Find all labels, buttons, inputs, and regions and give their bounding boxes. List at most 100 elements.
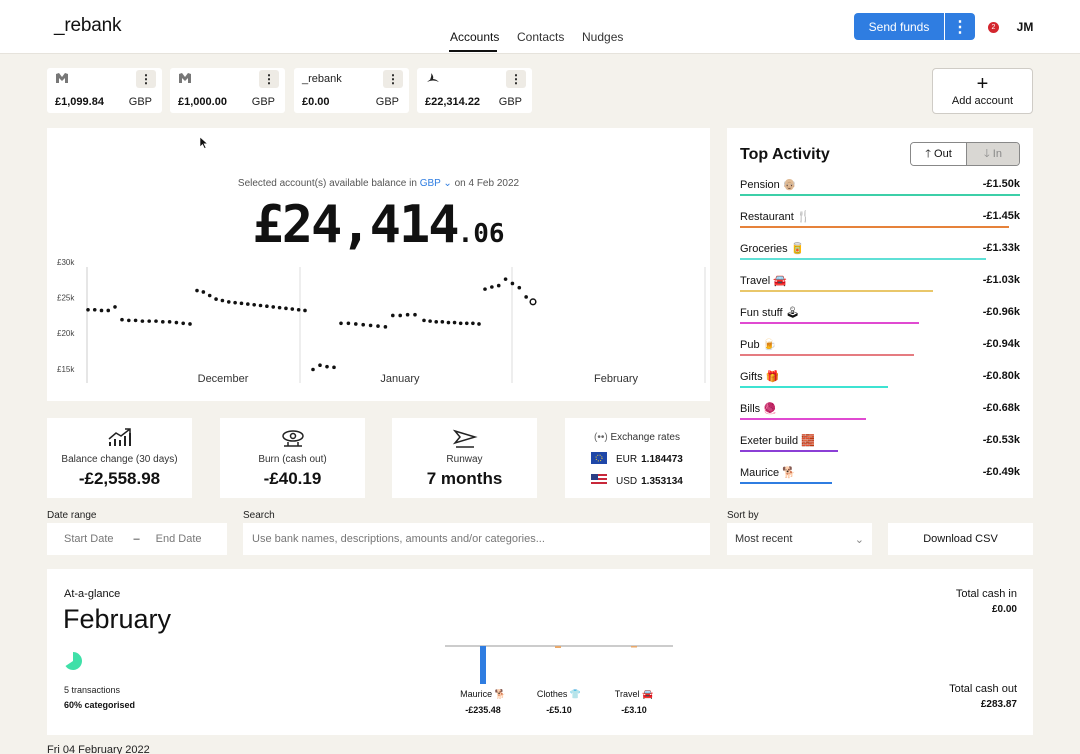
balance-point[interactable] [332,365,336,370]
balance-point[interactable] [277,305,282,310]
balance-point[interactable] [92,307,97,312]
balance-point[interactable] [428,319,432,323]
balance-point[interactable] [464,321,469,326]
activity-row[interactable]: Pub 🍺 -£0.94k [740,338,1020,358]
balance-point[interactable] [346,321,351,326]
balance-point[interactable] [140,319,145,323]
current-balance-point[interactable] [529,298,537,306]
balance-point[interactable] [226,300,231,304]
balance-point[interactable] [311,367,315,372]
balance-point[interactable] [233,300,237,305]
account-menu-button[interactable]: ⋮ [383,70,403,88]
activity-row[interactable]: Maurice 🐕 -£0.49k [740,466,1020,486]
nav-nudges[interactable]: Nudges [582,30,623,44]
balance-point[interactable] [376,324,380,328]
account-card-santander[interactable]: ⋮ £22,314.22 GBP [417,68,532,113]
balance-point[interactable] [195,288,199,293]
balance-point[interactable] [127,318,131,323]
balance-point[interactable] [361,322,366,327]
balance-point[interactable] [477,322,481,326]
account-menu-button[interactable]: ⋮ [506,70,526,88]
balance-point[interactable] [446,320,451,325]
balance-point[interactable] [133,318,138,323]
rebank-logo[interactable]: _rebank [54,15,121,37]
balance-point[interactable] [120,317,124,322]
balance-point[interactable] [188,322,192,326]
balance-point[interactable] [405,312,410,317]
send-funds-more-button[interactable]: ⋮ [945,13,975,40]
notification-badge[interactable]: 2 [988,22,999,33]
toggle-in[interactable]: 🡓 In [967,143,1019,165]
balance-point[interactable] [318,363,322,368]
balance-point[interactable] [503,277,508,281]
add-account-button[interactable]: + Add account [932,68,1033,114]
balance-point[interactable] [483,287,487,291]
download-csv-button[interactable]: Download CSV [888,523,1033,555]
balance-chart[interactable]: £30k £25k £20k £15k December January February [47,255,710,395]
account-menu-button[interactable]: ⋮ [259,70,279,88]
balance-point[interactable] [271,305,276,309]
sort-select[interactable]: Most recent ⌄ [727,523,872,555]
balance-point[interactable] [154,319,158,323]
balance-point[interactable] [296,307,301,312]
balance-point[interactable] [354,322,358,326]
currency-select[interactable]: GBP ⌄ [420,178,452,189]
toggle-out[interactable]: 🡑 Out [911,143,967,165]
balance-point[interactable] [458,321,463,326]
balance-point[interactable] [214,297,218,301]
balance-point[interactable] [167,320,172,324]
balance-point[interactable] [368,323,373,328]
balance-point[interactable] [265,304,269,308]
balance-point[interactable] [106,308,111,313]
balance-point[interactable] [471,321,475,326]
balance-point[interactable] [339,321,343,326]
balance-point[interactable] [201,290,206,294]
balance-point[interactable] [181,321,185,326]
activity-row[interactable]: Gifts 🎁 -£0.80k [740,370,1020,390]
balance-point[interactable] [325,364,329,369]
balance-point[interactable] [303,308,307,313]
balance-point[interactable] [510,281,515,286]
date-range-field[interactable]: Start Date – End Date [47,523,227,555]
balance-point[interactable] [113,305,117,309]
activity-row[interactable]: Exeter build 🧱 -£0.53k [740,434,1020,454]
balance-point[interactable] [246,302,250,306]
balance-point[interactable] [422,318,426,323]
balance-point[interactable] [174,320,179,325]
balance-point[interactable] [524,295,528,299]
nav-accounts[interactable]: Accounts [450,30,499,44]
account-card-monzo-2[interactable]: ⋮ £1,000.00 GBP [170,68,285,113]
activity-row[interactable]: Groceries 🥫 -£1.33k [740,242,1020,262]
balance-point[interactable] [207,293,212,298]
start-date-input[interactable]: Start Date [64,533,114,545]
activity-row[interactable]: Restaurant 🍴 -£1.45k [740,210,1020,230]
balance-point[interactable] [99,308,104,313]
balance-point[interactable] [220,298,225,303]
balance-point[interactable] [147,319,151,323]
activity-row[interactable]: Bills 🧶 -£0.68k [740,402,1020,422]
send-funds-button[interactable]: Send funds [854,13,944,40]
balance-point[interactable] [434,320,439,324]
balance-point[interactable] [490,285,494,289]
balance-point[interactable] [391,313,395,318]
balance-point[interactable] [239,301,244,306]
activity-row[interactable]: Travel 🚘 -£1.03k [740,274,1020,294]
account-card-rebank[interactable]: _rebank ⋮ £0.00 GBP [294,68,409,113]
balance-point[interactable] [413,312,417,317]
out-in-toggle[interactable]: 🡑 Out 🡓 In [910,142,1020,166]
activity-row[interactable]: Fun stuff 🕹 -£0.96k [740,306,1020,326]
balance-point[interactable] [258,303,263,308]
balance-point[interactable] [496,283,501,288]
balance-point[interactable] [161,320,165,324]
search-input[interactable]: Use bank names, descriptions, amounts an… [243,523,710,555]
avatar[interactable]: JM [1010,13,1040,40]
nav-contacts[interactable]: Contacts [517,30,564,44]
balance-point[interactable] [398,313,403,318]
balance-point[interactable] [284,306,288,311]
account-menu-button[interactable]: ⋮ [136,70,156,88]
end-date-input[interactable]: End Date [156,533,202,545]
balance-point[interactable] [383,325,388,329]
balance-point[interactable] [517,285,522,290]
balance-point[interactable] [290,307,295,311]
account-card-monzo-1[interactable]: ⋮ £1,099.84 GBP [47,68,162,113]
